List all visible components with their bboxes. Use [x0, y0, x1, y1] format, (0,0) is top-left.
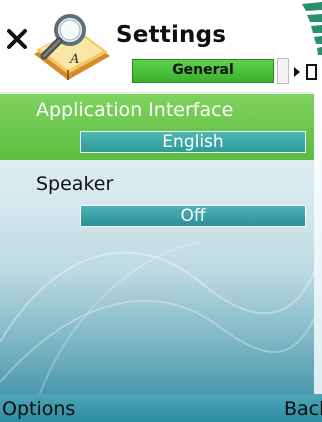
list-item-application-interface[interactable]: Application Interface English — [0, 94, 314, 160]
title-bar: A Settings General — [0, 0, 322, 92]
page-title: Settings — [116, 22, 227, 48]
softkey-bar: Options Back — [0, 394, 322, 422]
back-softkey[interactable]: Back — [284, 398, 322, 420]
svg-text:A: A — [69, 52, 79, 67]
item-label: Application Interface — [36, 99, 234, 121]
phone-screen: A Settings General Application Interface… — [0, 0, 322, 422]
next-tab-arrow-icon[interactable] — [292, 61, 322, 83]
settings-list: Application Interface English Speaker Of… — [0, 92, 322, 394]
tab-general[interactable]: General — [132, 59, 274, 83]
scrollbar[interactable] — [314, 92, 322, 394]
settings-app-icon: A — [34, 14, 110, 80]
tab-separator — [277, 58, 289, 84]
signal-strength-icon — [302, 2, 322, 55]
close-icon[interactable] — [6, 28, 28, 50]
item-label: Speaker — [36, 173, 114, 195]
item-value-field[interactable]: English — [80, 131, 306, 153]
list-item-speaker[interactable]: Speaker Off — [0, 168, 314, 234]
tab-label: General — [172, 62, 234, 78]
options-softkey[interactable]: Options — [2, 398, 75, 420]
item-value-field[interactable]: Off — [80, 205, 306, 227]
